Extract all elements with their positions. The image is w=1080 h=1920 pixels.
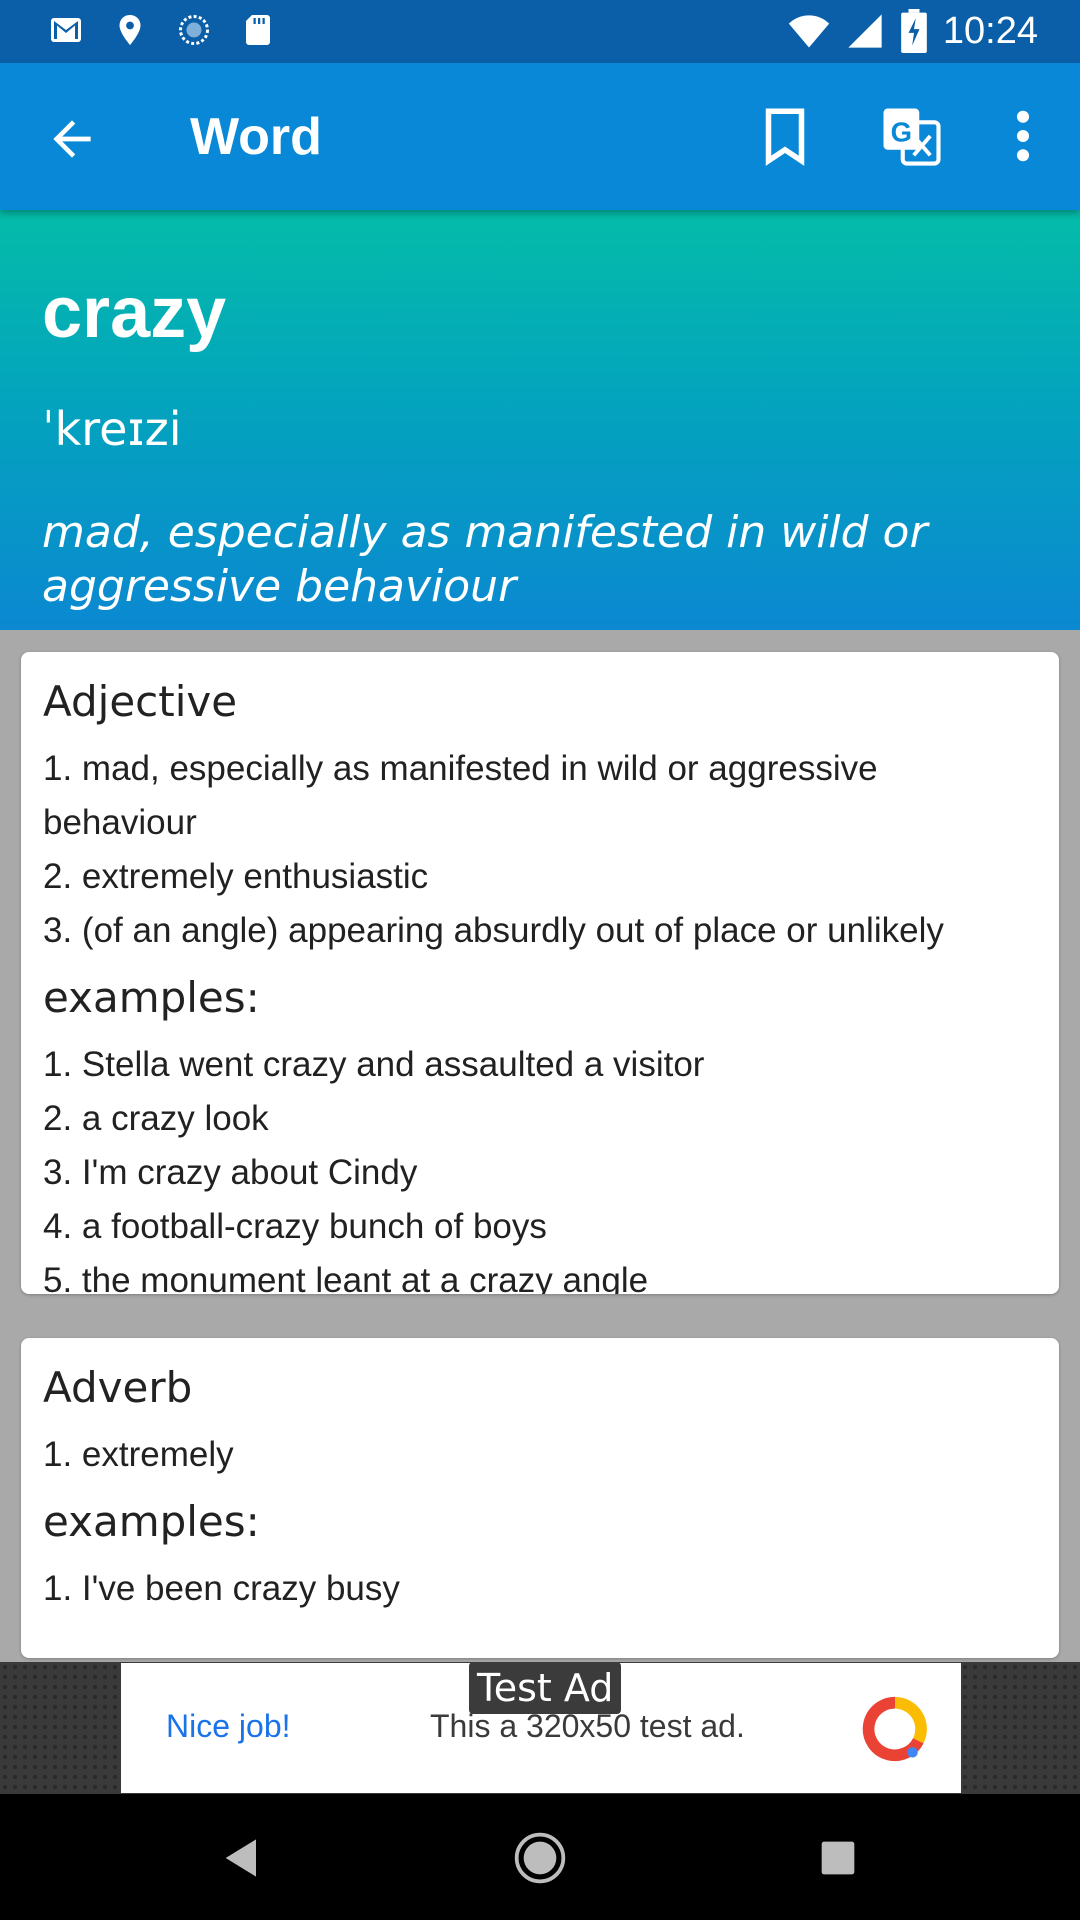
- word-summary: mad, especially as manifested in wild or…: [42, 507, 928, 612]
- example-item: 5. the monument leant at a crazy angle: [43, 1261, 649, 1294]
- definition-list: 1. mad, especially as manifested in wild…: [43, 742, 1037, 958]
- definition-card-adverb: Adverb 1. extremely examples: 1. I've be…: [21, 1338, 1059, 1658]
- definition-item: 2. extremely enthusiastic: [43, 857, 429, 896]
- page-title: Word: [190, 108, 322, 166]
- recents-square-icon[interactable]: [810, 1830, 866, 1886]
- cell-signal-icon: [848, 14, 882, 48]
- part-of-speech: Adverb: [43, 1363, 193, 1412]
- back-arrow-icon[interactable]: [44, 111, 100, 167]
- test-ad-label: Test Ad: [469, 1662, 622, 1714]
- clock: 10:24: [942, 9, 1038, 52]
- gmail-icon: [51, 18, 81, 42]
- examples-list: 1. I've been crazy busy: [43, 1562, 1037, 1616]
- app-bar: Word G: [0, 63, 1080, 210]
- home-circle-icon[interactable]: [512, 1830, 568, 1886]
- example-item: 1. I've been crazy busy: [43, 1569, 400, 1608]
- definition-list: 1. extremely: [43, 1428, 1037, 1482]
- word-term: crazy: [42, 273, 227, 353]
- translate-icon[interactable]: G: [878, 103, 944, 169]
- sd-card-icon: [246, 15, 270, 45]
- definition-item: 1. extremely: [43, 1435, 234, 1474]
- location-pin-icon: [119, 15, 141, 45]
- definition-item: 1. mad, especially as manifested in wild…: [43, 749, 878, 842]
- ad-logo-icon: [862, 1696, 927, 1762]
- sync-circle-icon: [179, 15, 209, 45]
- more-vert-icon[interactable]: [990, 103, 1056, 169]
- example-item: 1. Stella went crazy and assaulted a vis…: [43, 1045, 705, 1084]
- bookmark-icon[interactable]: [752, 103, 818, 169]
- battery-charging-icon: [901, 9, 927, 53]
- examples-heading: examples:: [43, 973, 260, 1022]
- example-item: 4. a football-crazy bunch of boys: [43, 1207, 547, 1246]
- example-item: 3. I'm crazy about Cindy: [43, 1153, 418, 1192]
- status-bar: 10:24: [0, 0, 1080, 63]
- definition-card-adjective: Adjective 1. mad, especially as manifest…: [21, 652, 1059, 1294]
- system-nav-bar: [0, 1794, 1080, 1920]
- definition-item: 3. (of an angle) appearing absurdly out …: [43, 911, 944, 950]
- back-triangle-icon[interactable]: [214, 1830, 270, 1886]
- svg-text:G: G: [891, 117, 912, 148]
- ad-cta-link[interactable]: Nice job!: [166, 1708, 291, 1745]
- pronunciation: ˈkreɪzi: [42, 402, 182, 456]
- screen: 10:24 Word G crazy ˈkreɪzi mad, especial…: [0, 0, 1080, 1920]
- examples-heading: examples:: [43, 1497, 260, 1546]
- examples-list: 1. Stella went crazy and assaulted a vis…: [43, 1038, 1037, 1294]
- word-header: crazy ˈkreɪzi mad, especially as manifes…: [0, 210, 1080, 630]
- part-of-speech: Adjective: [43, 677, 238, 726]
- example-item: 2. a crazy look: [43, 1099, 269, 1138]
- wifi-icon: [788, 15, 830, 48]
